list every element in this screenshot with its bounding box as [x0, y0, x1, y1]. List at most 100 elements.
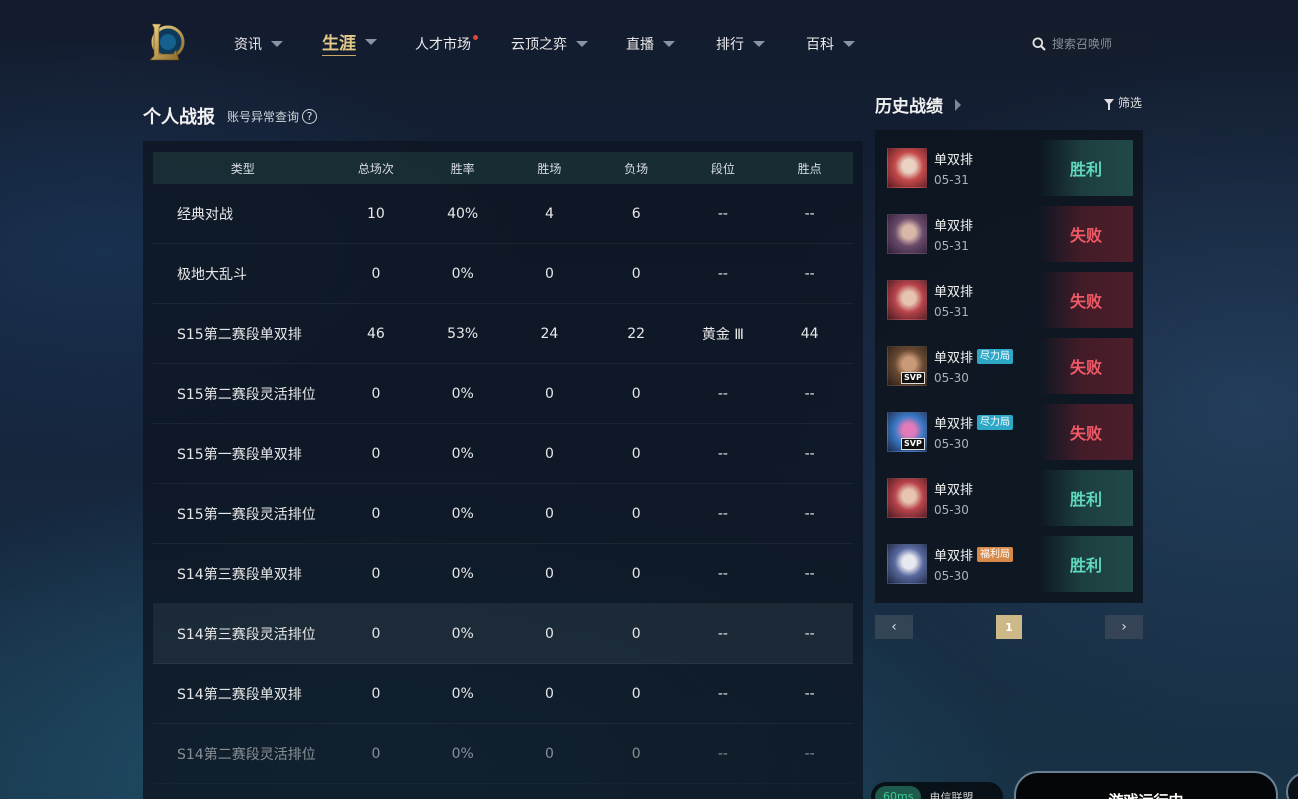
- table-cell: 0: [371, 685, 381, 702]
- table-cell: 44: [800, 325, 819, 342]
- section-title: 历史战绩: [875, 97, 943, 117]
- chevron-right-icon: [955, 98, 961, 111]
- table-cell: 0: [371, 625, 381, 642]
- nav-item-career[interactable]: 生涯: [322, 32, 377, 56]
- table-cell: 极地大乱斗: [177, 266, 247, 283]
- nav-item-tft[interactable]: 云顶之弈: [511, 34, 588, 54]
- filter-icon: [1104, 98, 1114, 110]
- match-info: 单双排 05-31: [934, 149, 1054, 187]
- table-row: 极地大乱斗 0 0% 0 0 -- --: [153, 244, 853, 304]
- champion-avatar: SVP: [887, 412, 927, 452]
- champion-avatar: SVP: [887, 346, 927, 386]
- match-mode: 单双排: [934, 351, 974, 366]
- match-item[interactable]: 单双排 05-31 失败: [887, 272, 1133, 328]
- column-header: 胜场: [537, 161, 562, 176]
- summoner-search-input[interactable]: [1052, 37, 1148, 51]
- table-cell: --: [717, 445, 728, 462]
- match-info: 单双排 05-30: [934, 479, 1054, 517]
- table-cell: S15第二赛段灵活排位: [177, 386, 316, 403]
- chevron-down-icon: [365, 39, 377, 45]
- table-cell: 10: [367, 205, 385, 222]
- table-cell: 0%: [451, 505, 474, 522]
- game-running-button[interactable]: 游戏运行中: [1014, 771, 1278, 799]
- table-cell: --: [717, 505, 728, 522]
- match-mode-line: 单双排 尽力局: [934, 413, 1054, 432]
- table-cell: 4: [544, 205, 554, 222]
- stats-table: 类型 总场次 胜率 胜场 负场 段位 胜点 经典对战 10 40% 4 6 -- -- 极地大…: [153, 152, 853, 784]
- lol-logo-icon[interactable]: [146, 20, 186, 64]
- table-cell: 0: [544, 685, 554, 702]
- match-info: 单双排 05-31: [934, 215, 1054, 253]
- match-mode: 单双排: [934, 219, 974, 234]
- table-cell: 6: [631, 205, 641, 222]
- prev-page-button[interactable]: ‹: [875, 615, 913, 639]
- table-cell: S14第三赛段单双排: [177, 566, 302, 583]
- column-header: 胜率: [450, 161, 475, 176]
- table-cell: S14第二赛段灵活排位: [177, 746, 316, 763]
- nav-item-live[interactable]: 直播: [626, 34, 675, 54]
- network-status[interactable]: 60ms 电信联盟: [871, 782, 1003, 799]
- account-anomaly-link[interactable]: 账号异常查询 ?: [227, 108, 318, 125]
- match-item[interactable]: SVP 单双排 尽力局 05-30 失败: [887, 404, 1133, 460]
- match-history-header[interactable]: 历史战绩: [875, 92, 961, 117]
- match-info: 单双排 尽力局 05-30: [934, 413, 1054, 451]
- chevron-right-icon: ›: [1121, 619, 1127, 635]
- table-cell: 0: [544, 265, 554, 282]
- column-header: 负场: [624, 161, 649, 176]
- nav-item-label: 排行: [716, 37, 744, 53]
- match-date: 05-30: [934, 371, 969, 385]
- match-mode-line: 单双排: [934, 149, 1054, 168]
- nav-item-talent-market[interactable]: 人才市场: [415, 34, 478, 54]
- page-number-button[interactable]: 1: [996, 615, 1022, 639]
- table-row: S15第一赛段单双排 0 0% 0 0 -- --: [153, 424, 853, 484]
- next-page-button[interactable]: ›: [1105, 615, 1143, 639]
- table-cell: 0: [631, 565, 641, 582]
- match-mode-line: 单双排: [934, 215, 1054, 234]
- table-cell: --: [804, 565, 815, 582]
- table-cell: 0: [544, 745, 554, 762]
- nav-item-news[interactable]: 资讯: [234, 34, 283, 54]
- table-cell: 0: [371, 745, 381, 762]
- match-date: 05-31: [934, 239, 969, 253]
- table-cell: --: [717, 565, 728, 582]
- table-cell: 22: [627, 325, 646, 342]
- match-mode-line: 单双排: [934, 281, 1054, 300]
- match-mode: 单双排: [934, 483, 974, 498]
- table-cell: 0: [544, 565, 554, 582]
- table-cell: S15第一赛段单双排: [177, 446, 302, 463]
- table-cell: --: [717, 745, 728, 762]
- table-cell: 0%: [451, 685, 474, 702]
- table-cell: --: [717, 205, 728, 222]
- table-cell: 0: [544, 625, 554, 642]
- match-item[interactable]: 单双排 05-31 失败: [887, 206, 1133, 262]
- match-item[interactable]: SVP 单双排 尽力局 05-30 失败: [887, 338, 1133, 394]
- match-mode-line: 单双排 福利局: [934, 545, 1054, 564]
- column-header: 类型: [230, 161, 255, 176]
- nav-item-label: 资讯: [234, 37, 262, 53]
- match-result-loss: 失败: [1039, 272, 1133, 328]
- top-nav: 资讯 生涯 人才市场 云顶之弈 直播 排行 百科: [0, 0, 1298, 88]
- section-title: 个人战报: [143, 107, 215, 128]
- server-label: 电信联盟: [929, 791, 974, 799]
- nav-item-ranking[interactable]: 排行: [716, 34, 765, 54]
- match-result-loss: 失败: [1039, 404, 1133, 460]
- svp-badge: SVP: [901, 372, 925, 384]
- search-icon[interactable]: [1032, 37, 1046, 51]
- side-round-button[interactable]: [1286, 772, 1298, 799]
- chevron-down-icon: [663, 41, 675, 47]
- filter-button[interactable]: 筛选: [1104, 94, 1142, 111]
- match-item[interactable]: 单双排 05-30 胜利: [887, 470, 1133, 526]
- table-cell: 0%: [451, 265, 474, 282]
- match-item[interactable]: 单双排 福利局 05-30 胜利: [887, 536, 1133, 592]
- match-item[interactable]: 单双排 05-31 胜利: [887, 140, 1133, 196]
- table-cell: --: [717, 685, 728, 702]
- table-row: S14第二赛段灵活排位 0 0% 0 0 -- --: [153, 724, 853, 784]
- champion-avatar: [887, 214, 927, 254]
- nav-item-wiki[interactable]: 百科: [806, 34, 855, 54]
- match-date: 05-30: [934, 503, 969, 517]
- table-cell: 0%: [451, 625, 474, 642]
- table-row: S15第二赛段灵活排位 0 0% 0 0 -- --: [153, 364, 853, 424]
- match-mode: 单双排: [934, 549, 974, 564]
- champion-avatar: [887, 148, 927, 188]
- table-cell: 24: [540, 325, 559, 342]
